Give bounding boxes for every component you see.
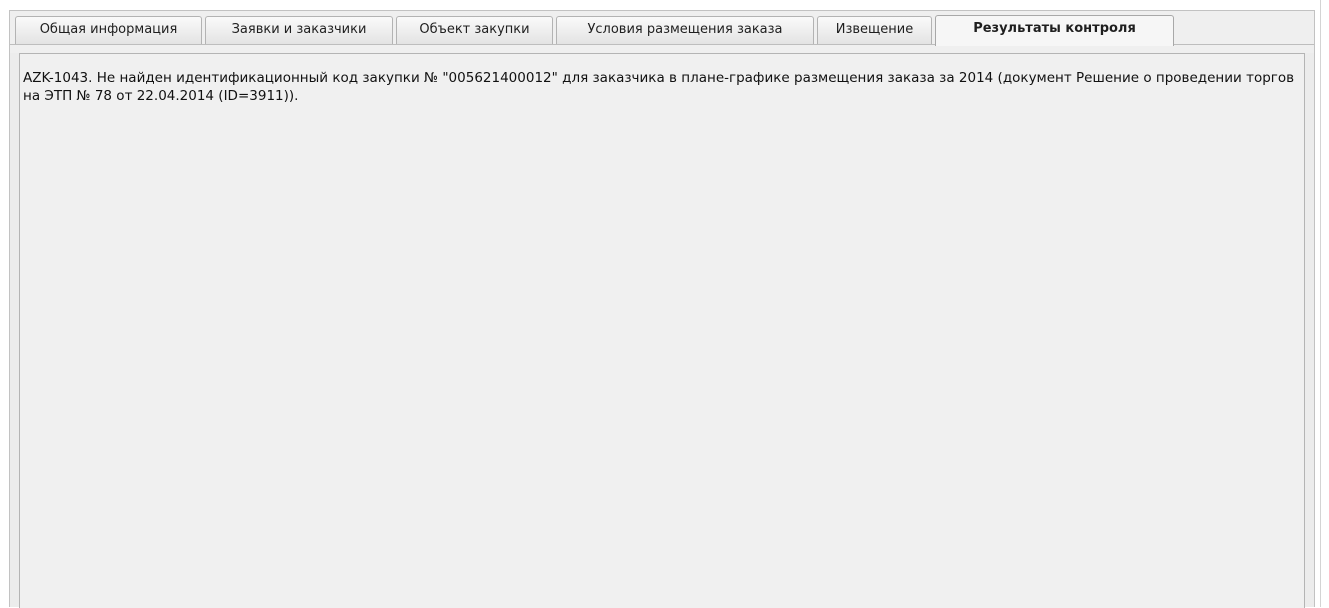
tab-applications-customers[interactable]: Заявки и заказчики [205, 16, 393, 44]
tab-order-conditions[interactable]: Условия размещения заказа [556, 16, 814, 44]
scrollbar-rail[interactable] [1320, 0, 1321, 607]
control-result-message: AZK-1043. Не найден идентификационный ко… [23, 70, 1295, 104]
tab-panel: Общая информация Заявки и заказчики Объе… [9, 10, 1315, 608]
tab-general-info[interactable]: Общая информация [15, 16, 202, 44]
tab-strip: Общая информация Заявки и заказчики Объе… [10, 11, 1314, 53]
tab-control-results[interactable]: Результаты контроля [935, 15, 1174, 46]
control-results-content: AZK-1043. Не найден идентификационный ко… [19, 53, 1305, 608]
tab-notice[interactable]: Извещение [817, 16, 932, 44]
tab-procurement-object[interactable]: Объект закупки [396, 16, 553, 44]
